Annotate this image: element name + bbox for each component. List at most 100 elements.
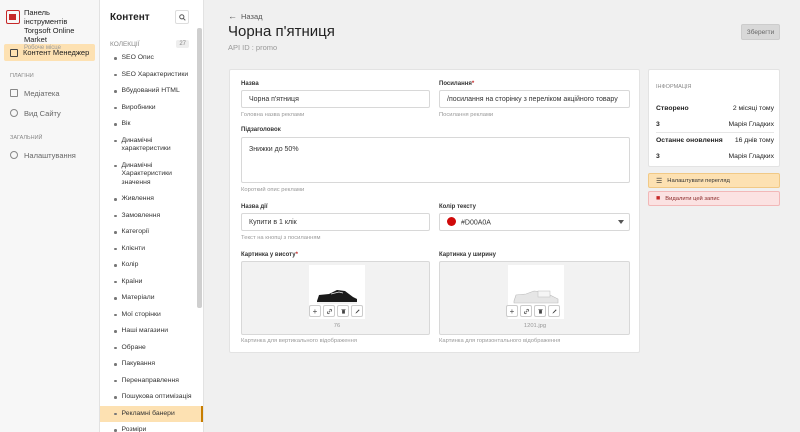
collection-item[interactable]: Колір (100, 257, 203, 274)
updated-by-row: 3 Марія Гладких (656, 153, 774, 160)
updated-value: 16 днів тому (734, 137, 774, 144)
trash-icon: ■ (656, 195, 661, 202)
tree-search-button[interactable] (175, 10, 189, 24)
api-id: API ID : promo (228, 43, 278, 52)
collection-item-label: Динамічні Характеристики значення (121, 161, 172, 186)
edit-image-button[interactable] (351, 305, 363, 317)
trash-icon (537, 308, 543, 314)
configure-view-label: Налаштувати перегляд (667, 177, 730, 184)
bullet-icon (114, 164, 117, 167)
collection-item[interactable]: Пошукова оптимізація (100, 389, 203, 406)
collection-item[interactable]: SEO Характеристики (100, 67, 203, 84)
bullet-icon (114, 106, 117, 109)
rail-item-settings[interactable]: Налаштування (0, 145, 99, 165)
collection-item[interactable]: Наші магазини (100, 323, 203, 340)
action-name-field[interactable]: Купити в 1 клік (241, 213, 430, 231)
collection-item-label: Перенаправлення (121, 376, 179, 384)
collection-item[interactable]: Динамічні Характеристики значення (100, 158, 203, 192)
add-image-button[interactable]: + (309, 305, 321, 317)
rail-item-site-view[interactable]: Вид Сайту (0, 103, 99, 123)
bullet-icon (114, 379, 117, 382)
name-hint: Головна назва реклами (241, 112, 305, 118)
bullet-icon (114, 231, 117, 234)
collection-item[interactable]: Клієнти (100, 241, 203, 258)
link-hint: Посилання реклами (439, 112, 494, 118)
rail-section-plugins: ПЛАГІНИ (10, 73, 34, 79)
bullet-icon (114, 330, 117, 333)
image-height-hint: Картинка для вертикального відображення (241, 338, 357, 344)
color-swatch (447, 217, 456, 226)
info-title: ІНФОРМАЦІЯ (656, 84, 692, 90)
rail-item-media-library[interactable]: Медіатека (0, 83, 99, 103)
bullet-icon (114, 363, 117, 366)
subtitle-hint: Короткий опис реклами (241, 187, 305, 193)
delete-image-button[interactable] (534, 305, 546, 317)
collection-item[interactable]: Категорії (100, 224, 203, 241)
collection-item-label: Вбудований HTML (121, 87, 180, 94)
image-height-dropzone[interactable]: + 76 (241, 261, 430, 335)
bullet-icon (114, 396, 117, 399)
link-image-button[interactable] (323, 305, 335, 317)
collection-item-label: Пакування (121, 360, 156, 367)
collections-count-badge: 27 (176, 40, 189, 48)
bullet-icon (114, 247, 117, 250)
back-label: Назад (241, 11, 263, 21)
collection-item[interactable]: Перенаправлення (100, 373, 203, 390)
subtitle-textarea[interactable]: Знижки до 50% (241, 137, 630, 183)
collection-item[interactable]: Замовлення (100, 208, 203, 225)
delete-record-button[interactable]: ■ Видалити цей запис (648, 191, 780, 206)
collection-item[interactable]: Мої сторінки (100, 307, 203, 324)
tree-scrollbar[interactable] (197, 28, 202, 308)
collection-item[interactable]: Вбудований HTML (100, 83, 203, 100)
back-link[interactable]: ← Назад (228, 11, 263, 21)
edit-image-button[interactable] (548, 305, 560, 317)
brand-line-2: Torgsoft Online Market (24, 26, 75, 44)
collections-label: КОЛЕКЦІЇ (110, 40, 140, 48)
save-button[interactable]: Зберегти (741, 24, 780, 40)
pencil-icon (551, 308, 557, 314)
collection-item[interactable]: Динамічні характеристики (100, 133, 203, 158)
trash-icon (340, 308, 346, 314)
collection-item[interactable]: Виробники (100, 100, 203, 117)
link-image-button[interactable] (520, 305, 532, 317)
name-field[interactable]: Чорна п'ятниця (241, 90, 430, 108)
created-value: 2 місяці тому (732, 105, 774, 112)
list-icon: ☰ (656, 177, 663, 185)
created-label: Створено (656, 105, 689, 112)
subtitle-label: Підзаголовок (241, 127, 281, 133)
collection-item[interactable]: SEO Опис (100, 50, 203, 67)
collection-item[interactable]: Країни (100, 274, 203, 291)
bullet-icon (114, 297, 117, 300)
rail-section-general: ЗАГАЛЬНИЙ (10, 135, 43, 141)
collection-item[interactable]: Рекламні банери (100, 405, 203, 422)
collection-item[interactable]: Живлення (100, 191, 203, 208)
link-field[interactable]: /посилання на сторінку з переліком акцій… (439, 90, 630, 108)
collection-item-label: SEO Опис (121, 54, 154, 61)
delete-image-button[interactable] (337, 305, 349, 317)
collection-item[interactable]: Матеріали (100, 290, 203, 307)
image-width-hint: Картинка для горизонтального відображенн… (439, 338, 561, 344)
action-name-hint: Текст на кнопці з посиланням (241, 235, 321, 241)
collection-item[interactable]: Вік (100, 116, 203, 133)
collection-item-label: Наші магазини (121, 327, 169, 334)
collection-item-label: Живлення (121, 195, 154, 202)
text-color-select[interactable]: #D00A0A (439, 213, 630, 231)
collections-list: SEO Опис SEO Характеристики Вбудований HTM… (100, 50, 203, 432)
gear-icon (10, 151, 18, 159)
add-image-button[interactable]: + (506, 305, 518, 317)
collection-item[interactable]: Пакування (100, 356, 203, 373)
edit-icon (10, 48, 18, 57)
collection-item-label: SEO Характеристики (121, 70, 189, 78)
collection-item[interactable]: Розміри (100, 422, 203, 432)
edit-form-card: Назва Чорна п'ятниця Головна назва рекла… (229, 69, 640, 353)
page-title: Чорна п'ятниця (228, 23, 335, 40)
image-width-dropzone[interactable]: + 1201.jpg (439, 261, 630, 335)
rail-item-label: Налаштування (24, 150, 76, 160)
bullet-icon (114, 214, 117, 217)
configure-view-button[interactable]: ☰ Налаштувати перегляд (648, 173, 780, 188)
link-icon (523, 308, 529, 314)
collection-item-label: Мої сторінки (121, 310, 161, 318)
collection-item[interactable]: Обране (100, 340, 203, 357)
collection-item-label: Колір (121, 261, 139, 268)
image-height-label: Картинка у висоту* (241, 252, 298, 258)
